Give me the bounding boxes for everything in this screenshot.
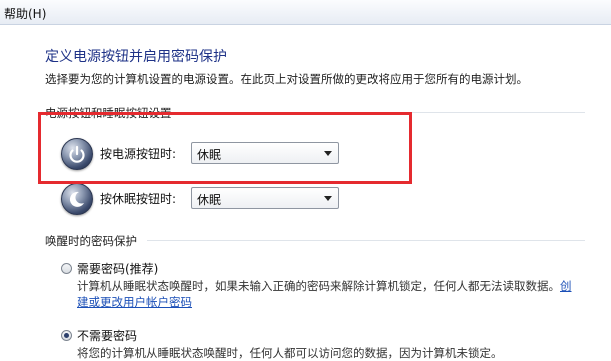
require-password-desc-text: 计算机从睡眠状态唤醒时，如果未输入正确的密码来解除计算机锁定，任何人都无法读取数… xyxy=(77,279,560,293)
no-password-radio[interactable] xyxy=(61,330,72,341)
menu-bar: 帮助(H) xyxy=(0,0,611,25)
page-description: 选择要为您的计算机设置的电源设置。在此页上对设置所做的更改将应用于您所有的电源计… xyxy=(45,72,528,86)
change-password-link[interactable]: 建或更改用户帐户密码 xyxy=(77,295,192,309)
power-options-panel: 定义电源按钮并启用密码保护 选择要为您的计算机设置的电源设置。在此页上对设置所做… xyxy=(0,25,611,360)
require-password-radio[interactable] xyxy=(61,263,72,274)
sleep-button-select[interactable]: 休眠 xyxy=(191,187,339,209)
red-highlight-box xyxy=(38,112,412,184)
no-password-label[interactable]: 不需要密码 xyxy=(77,327,137,344)
sleep-button-value: 休眠 xyxy=(197,193,222,207)
require-password-label[interactable]: 需要密码(推荐) xyxy=(77,260,158,277)
help-menu[interactable]: 帮助(H) xyxy=(4,5,46,22)
sleep-button-icon xyxy=(61,183,93,215)
sleep-button-label: 按休眠按钮时: xyxy=(100,192,177,206)
require-password-description: 计算机从睡眠状态唤醒时，如果未输入正确的密码来解除计算机锁定，任何人都无法读取数… xyxy=(77,278,572,294)
change-password-link[interactable]: 创 xyxy=(560,279,572,293)
section-divider xyxy=(147,240,585,241)
no-password-description: 将您的计算机从睡眠状态唤醒时，任何人都可以访问您的数据，因为计算机未锁定。 xyxy=(77,346,503,360)
chevron-down-icon xyxy=(324,196,332,201)
change-password-link-line: 建或更改用户帐户密码 xyxy=(77,294,192,310)
wake-section-label: 唤醒时的密码保护 xyxy=(45,234,137,248)
page-title: 定义电源按钮并启用密码保护 xyxy=(45,49,227,65)
